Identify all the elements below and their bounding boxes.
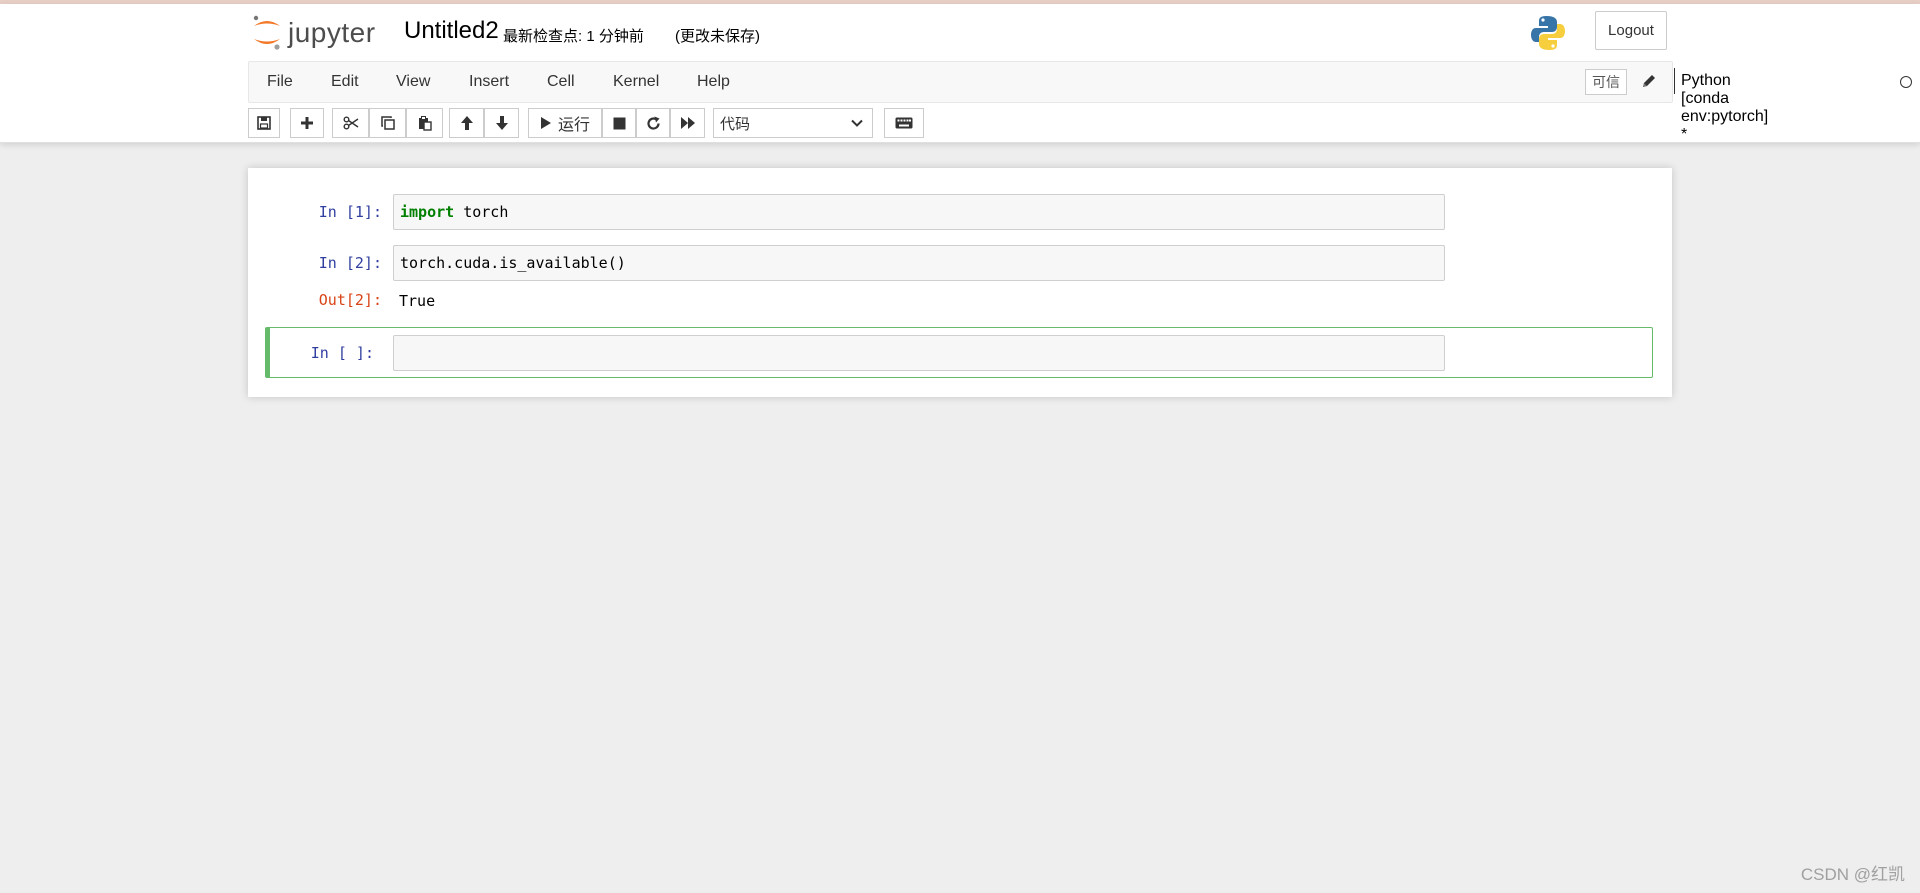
checkpoint-status: 最新检查点: 1 分钟前 xyxy=(503,28,644,45)
interrupt-button[interactable] xyxy=(602,108,636,138)
cell-1-code: torch xyxy=(454,203,509,221)
cell-2-output-prompt: Out[2]: xyxy=(318,291,382,309)
kernel-name[interactable]: Python [conda env:pytorch] * xyxy=(1681,72,1768,144)
plus-icon xyxy=(301,117,313,129)
menu-help[interactable]: Help xyxy=(697,73,730,91)
cut-icon xyxy=(343,116,358,130)
cell-type-value: 代码 xyxy=(720,115,751,133)
cell-2-input[interactable]: torch.cuda.is_available() xyxy=(393,245,1445,281)
menu-insert[interactable]: Insert xyxy=(469,73,509,91)
cell-1-prompt: In [1]: xyxy=(318,203,382,221)
restart-button[interactable] xyxy=(636,108,670,138)
menu-file[interactable]: File xyxy=(267,73,293,91)
copy-button[interactable] xyxy=(369,108,406,138)
cell-type-select[interactable]: 代码 xyxy=(713,108,873,138)
cell-1-keyword: import xyxy=(400,203,455,221)
keyboard-icon xyxy=(895,117,913,129)
run-button[interactable]: 运行 xyxy=(528,108,602,138)
cut-button[interactable] xyxy=(332,108,369,138)
cell-2-prompt: In [2]: xyxy=(318,254,382,272)
menu-kernel[interactable]: Kernel xyxy=(613,73,659,91)
copy-icon xyxy=(380,116,395,130)
arrow-down-icon xyxy=(495,116,508,130)
jupyter-logo-icon xyxy=(253,15,280,50)
cell-1-input[interactable]: import torch xyxy=(393,194,1445,230)
cell-3-prompt: In [ ]: xyxy=(310,344,374,362)
header: jupyter Untitled2 最新检查点: 1 分钟前 (更改未保存) L… xyxy=(0,4,1920,143)
menu-edit[interactable]: Edit xyxy=(331,73,359,91)
chevron-down-icon xyxy=(851,119,863,127)
restart-run-all-button[interactable] xyxy=(670,108,705,138)
command-palette-button[interactable] xyxy=(884,108,924,138)
notebook-name[interactable]: Untitled2 xyxy=(404,17,499,45)
paste-icon xyxy=(418,116,432,131)
watermark: CSDN @红凯 xyxy=(1800,865,1905,884)
cell-2-output: True xyxy=(399,292,436,310)
fast-forward-icon xyxy=(680,117,695,129)
cell-2-code: torch.cuda.is_available() xyxy=(400,254,626,272)
logo-text: jupyter xyxy=(288,17,376,48)
arrow-up-icon xyxy=(460,116,473,130)
paste-button[interactable] xyxy=(406,108,443,138)
kernel-idle-indicator-icon xyxy=(1900,76,1912,88)
kernel-separator xyxy=(1674,68,1675,94)
jupyter-logo[interactable]: jupyter xyxy=(250,14,376,52)
play-icon xyxy=(540,117,551,129)
move-up-button[interactable] xyxy=(449,108,484,138)
stop-icon xyxy=(613,117,625,129)
logout-button[interactable]: Logout xyxy=(1595,11,1667,50)
menubar: File Edit View Insert Cell Kernel Help 可… xyxy=(248,61,1912,143)
run-label: 运行 xyxy=(557,117,590,134)
menu-view[interactable]: View xyxy=(396,73,430,91)
trusted-badge[interactable]: 可信 xyxy=(1585,69,1627,95)
menu-cell[interactable]: Cell xyxy=(547,73,575,91)
notebook-container: In [1]: import torch In [2]: torch.cuda.… xyxy=(248,168,1672,397)
save-icon xyxy=(257,116,271,130)
pencil-icon[interactable] xyxy=(1641,73,1657,89)
autosave-status: (更改未保存) xyxy=(675,28,760,45)
python-logo-icon xyxy=(1531,16,1565,50)
restart-icon xyxy=(646,116,660,130)
cell-3-input[interactable] xyxy=(393,335,1445,371)
move-down-button[interactable] xyxy=(484,108,519,138)
add-cell-button[interactable] xyxy=(290,108,324,138)
save-button[interactable] xyxy=(248,108,280,138)
